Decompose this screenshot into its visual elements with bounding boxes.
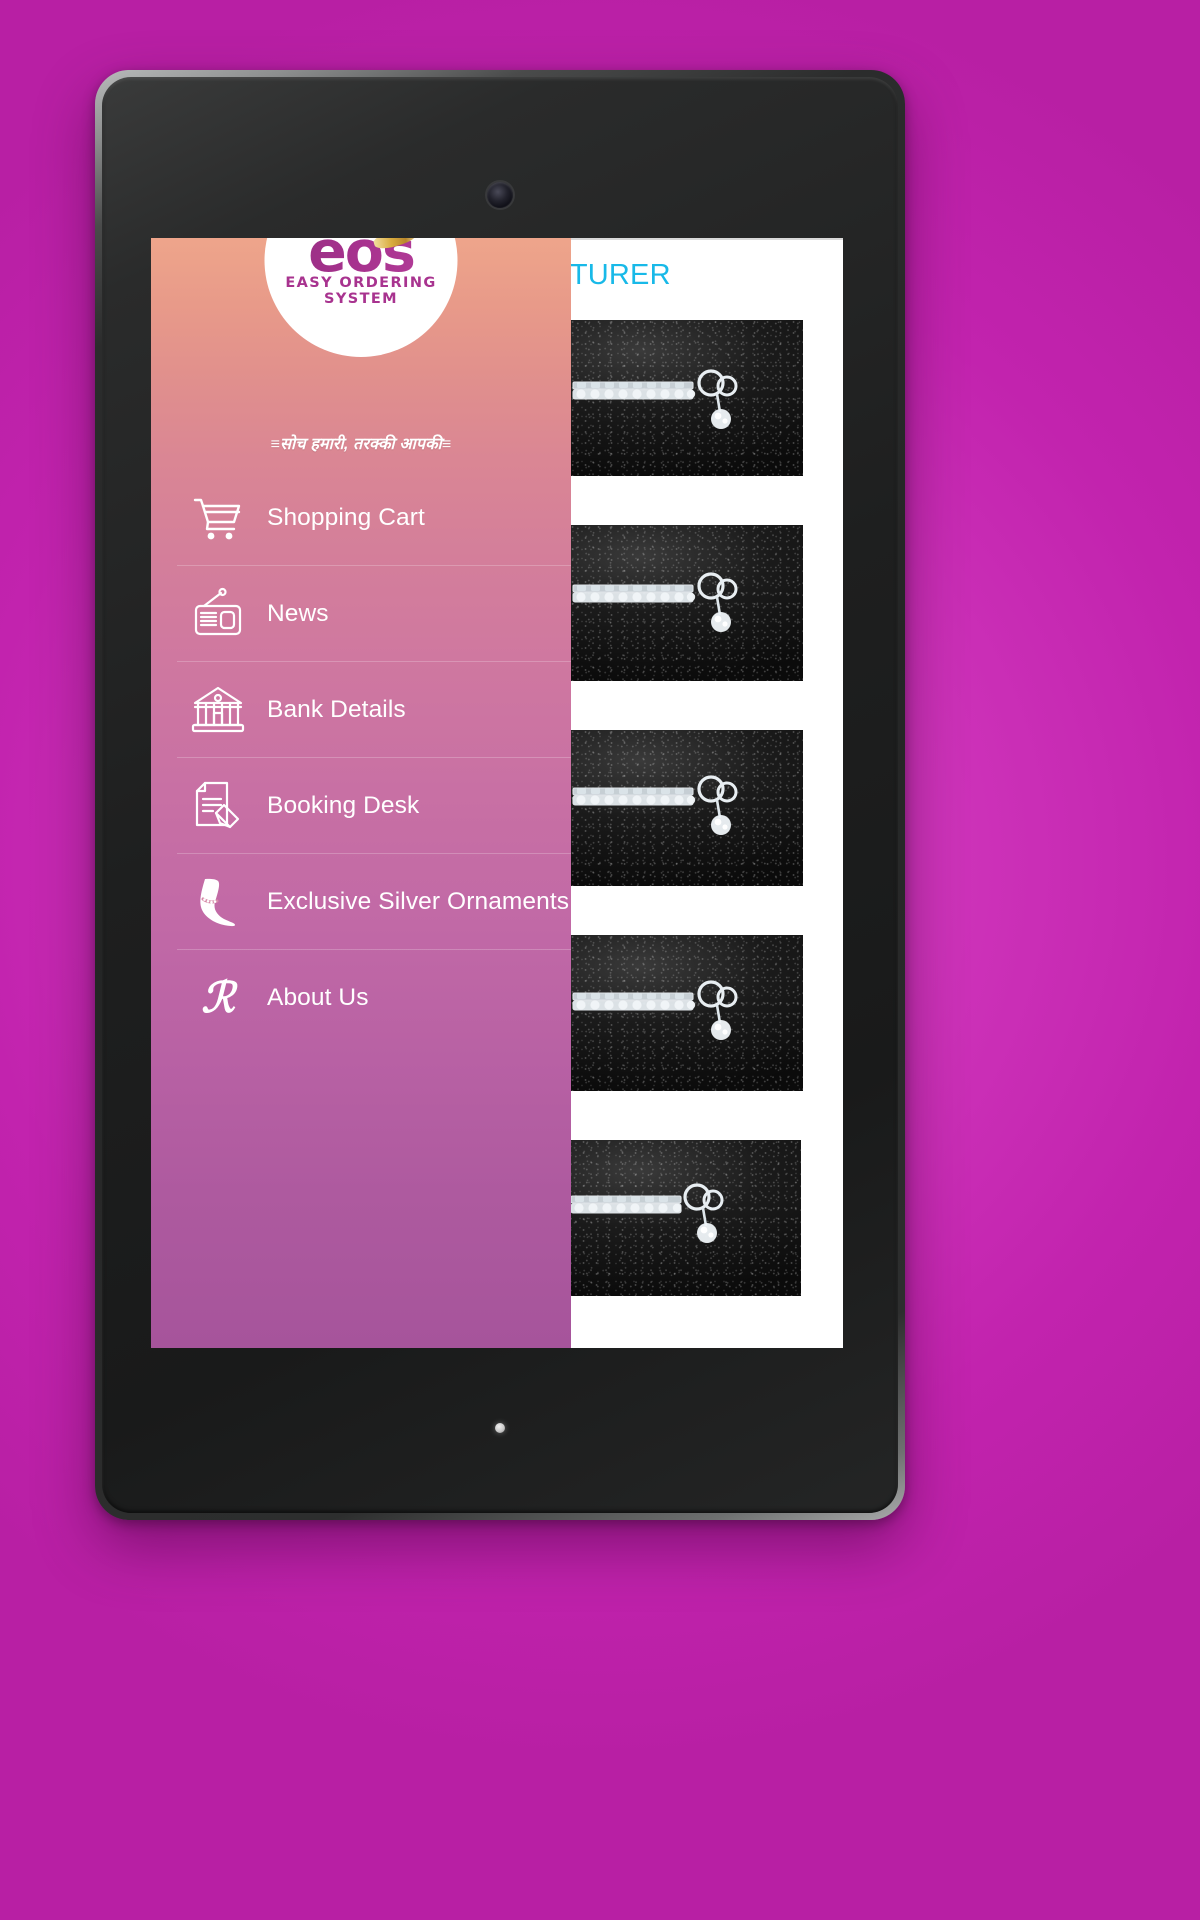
tablet-bezel: ANUFACTURER म मे: [102, 77, 898, 1513]
product-card[interactable]: [571, 935, 803, 1091]
sidebar-item-bank-details[interactable]: Bank Details: [151, 662, 571, 757]
sidebar-item-label: About Us: [267, 983, 369, 1011]
page-backdrop: ANUFACTURER म मे: [0, 0, 1200, 1920]
sidebar-item-news[interactable]: News: [151, 566, 571, 661]
anklet-foot-icon: [189, 873, 247, 931]
tablet-device-frame: ANUFACTURER म मे: [95, 70, 905, 1520]
tagline-swash-left-icon: ≡: [270, 436, 281, 453]
sidebar-item-label: Shopping Cart: [267, 503, 425, 531]
sidebar-item-label: Bank Details: [267, 695, 406, 723]
silver-anklet-graphic: [572, 369, 738, 429]
sidebar-item-label: Exclusive Silver Ornaments: [267, 887, 570, 915]
bank-building-icon: [189, 681, 247, 739]
script-r-monogram-icon: ℛ: [189, 969, 247, 1027]
front-camera-icon: [487, 182, 513, 208]
drawer-header: ◑◑ SINCE 1979 Happiness Begins Here....T…: [151, 238, 571, 438]
product-card[interactable]: [571, 320, 803, 476]
product-card[interactable]: [571, 525, 803, 681]
sidebar-item-shopping-cart[interactable]: Shopping Cart: [151, 470, 571, 565]
document-pencil-icon: [189, 777, 247, 835]
silver-anklet-graphic: [572, 775, 738, 835]
silver-anklet-graphic: [572, 572, 738, 632]
shopping-cart-icon: [189, 489, 247, 547]
script-r-glyph: ℛ: [201, 972, 235, 1022]
sidebar-item-label: News: [267, 599, 329, 627]
tagline-text: सोच हमारी, तरक्की आपकी: [280, 436, 442, 453]
home-indicator-icon: [495, 1423, 505, 1433]
logo-wordmark-group: eos TM: [308, 238, 420, 281]
navigation-drawer: ◑◑ SINCE 1979 Happiness Begins Here....T…: [151, 238, 571, 1348]
product-card[interactable]: [571, 730, 803, 886]
tagline-swash-right-icon: ≡: [441, 436, 452, 453]
silver-anklet-graphic: [572, 980, 738, 1040]
brand-logo: ◑◑ SINCE 1979 Happiness Begins Here....T…: [264, 238, 458, 357]
product-list: [569, 320, 803, 1345]
sidebar-item-about-us[interactable]: ℛ About Us: [151, 950, 571, 1045]
radio-news-icon: [189, 585, 247, 643]
sidebar-item-exclusive-silver-ornaments[interactable]: Exclusive Silver Ornaments: [151, 854, 571, 949]
sidebar-item-booking-desk[interactable]: Booking Desk: [151, 758, 571, 853]
app-screen: ANUFACTURER म मे: [151, 238, 843, 1348]
sidebar-item-label: Booking Desk: [267, 791, 420, 819]
drawer-menu: Shopping Cart News Bank Details Booking …: [151, 470, 571, 1045]
product-card[interactable]: [569, 1140, 801, 1296]
silver-anklet-graphic: [570, 1183, 724, 1243]
